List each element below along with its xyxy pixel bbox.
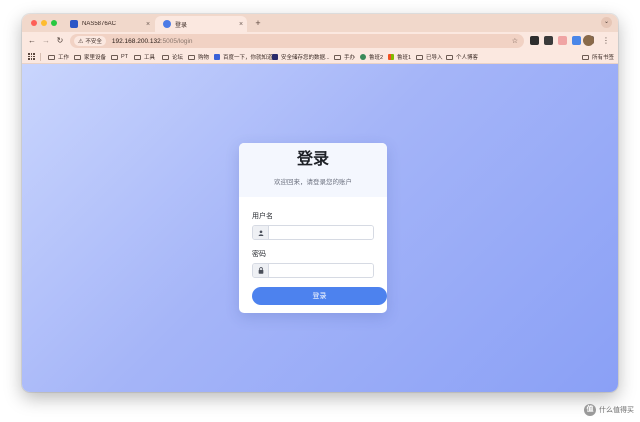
site-icon [360,54,366,60]
folder-icon [134,54,141,60]
folder-icon [111,54,118,60]
tab-search-button[interactable]: ⌄ [601,17,612,28]
reload-button[interactable]: ↻ [54,35,66,47]
password-label: 密码 [252,251,266,258]
username-label: 用户名 [252,213,273,220]
folder-icon [188,54,195,60]
storage-icon [272,54,278,60]
login-subtitle: 欢迎回来，请登录您的账户 [274,179,352,186]
bookmark-label: 购物 [198,55,210,61]
bookmark-folder[interactable]: 手办 [334,52,355,62]
nas-favicon-icon [70,20,78,28]
user-icon [253,226,269,239]
bookmark-label: 工作 [58,55,70,61]
folder-icon [416,54,423,60]
maximize-window-button[interactable] [51,20,57,26]
bookmark-label: 家里设备 [84,55,107,61]
browser-window: NAS5876AC × 登录 × + ⌄ ← → ↻ ⚠ 不安全 192.168… [22,14,618,392]
password-group [252,263,374,278]
bookmark-label: 所有书签 [592,55,615,61]
bookmark-label: 工具 [144,55,156,61]
watermark-logo: 值 [584,404,596,416]
bookmark-folder[interactable]: 工具 [134,52,155,62]
bookmark-link[interactable]: 鲁班1 [388,52,411,62]
apps-grid-icon[interactable] [28,53,35,60]
tab-nas[interactable]: NAS5876AC × [62,16,154,32]
page-title: 登录 [296,151,329,168]
site-icon [388,54,394,60]
watermark-text: 什么值得买 [599,407,634,414]
bookmark-link[interactable]: 百度一下，你就知道 [214,52,273,62]
extension-icon[interactable] [558,36,567,45]
bookmark-star-icon[interactable]: ☆ [512,37,518,45]
bookmark-link[interactable]: 鲁班2 [360,52,383,62]
bookmark-label: 百度一下，你就知道 [223,55,273,61]
url-host: 192.168.200.132 [111,37,161,45]
bookmark-folder[interactable]: 工作 [48,52,69,62]
bookmarks-divider [40,53,41,61]
back-button[interactable]: ← [26,35,38,47]
extension-icon[interactable] [572,36,581,45]
security-label: 不安全 [85,39,102,45]
bookmark-label: 手办 [344,55,356,61]
folder-icon [162,54,169,60]
folder-icon [582,54,589,60]
minimize-window-button[interactable] [41,20,47,26]
folder-icon [334,54,341,60]
bookmark-label: 鲁班1 [397,55,412,61]
bookmark-folder[interactable]: PT [111,52,128,62]
close-tab-icon[interactable]: × [235,21,247,28]
login-card: 登录 欢迎回来，请登录您的账户 用户名 密码 登录 [239,143,387,313]
folder-icon [74,54,81,60]
all-bookmarks[interactable]: 所有书签 [582,52,614,62]
more-menu-icon[interactable]: ⋮ [602,35,610,47]
bookmark-folder[interactable]: 购物 [188,52,209,62]
password-input[interactable] [269,264,373,277]
bookmark-folder[interactable]: 个人博客 [446,52,478,62]
extension-icon[interactable] [530,36,539,45]
bookmark-label: 已导入 [426,55,443,61]
login-form: 用户名 密码 登录 [239,197,387,305]
baidu-icon [214,54,220,60]
bookmark-folder[interactable]: 已导入 [416,52,443,62]
bookmark-label: 论坛 [172,55,184,61]
new-tab-button[interactable]: + [252,17,264,29]
close-window-button[interactable] [31,20,37,26]
username-input[interactable] [269,226,373,239]
bookmark-label: 安全储存您的数据... [281,55,330,61]
bookmark-link[interactable]: 安全储存您的数据... [272,52,330,62]
warning-icon: ⚠ [78,38,84,45]
browser-toolbar: ← → ↻ ⚠ 不安全 192.168.200.132:5005/login ☆… [22,32,618,50]
folder-icon [48,54,55,60]
close-tab-icon[interactable]: × [142,21,154,28]
lock-icon [253,264,269,277]
username-group [252,225,374,240]
tab-login[interactable]: 登录 × [155,16,247,32]
profile-avatar[interactable] [583,35,594,46]
address-bar[interactable]: ⚠ 不安全 192.168.200.132:5005/login ☆ [70,34,524,48]
bookmark-label: PT [121,54,129,60]
url-text[interactable]: 192.168.200.132:5005/login [112,38,512,45]
url-path: :5005/login [160,37,193,45]
bookmark-label: 个人博客 [456,55,479,61]
bookmarks-bar: 工作 家里设备 PT 工具 论坛 购物 百度一下，你就知道 安全储存您的数据..… [22,50,618,64]
bookmark-folder[interactable]: 家里设备 [74,52,106,62]
watermark: 值 什么值得买 [584,404,634,416]
login-favicon-icon [163,20,171,28]
bookmark-folder[interactable]: 论坛 [162,52,183,62]
login-card-header: 登录 欢迎回来，请登录您的账户 [239,143,387,197]
tab-title: 登录 [175,22,188,29]
login-button[interactable]: 登录 [252,287,387,305]
page-content: 登录 欢迎回来，请登录您的账户 用户名 密码 登录 [22,64,618,392]
security-chip[interactable]: ⚠ 不安全 [74,36,106,46]
tab-strip: NAS5876AC × 登录 × + ⌄ [22,14,618,32]
tab-title: NAS5876AC [82,21,117,27]
folder-icon [446,54,453,60]
forward-button[interactable]: → [40,35,52,47]
bookmark-label: 鲁班2 [369,55,384,61]
extension-icon[interactable] [544,36,553,45]
